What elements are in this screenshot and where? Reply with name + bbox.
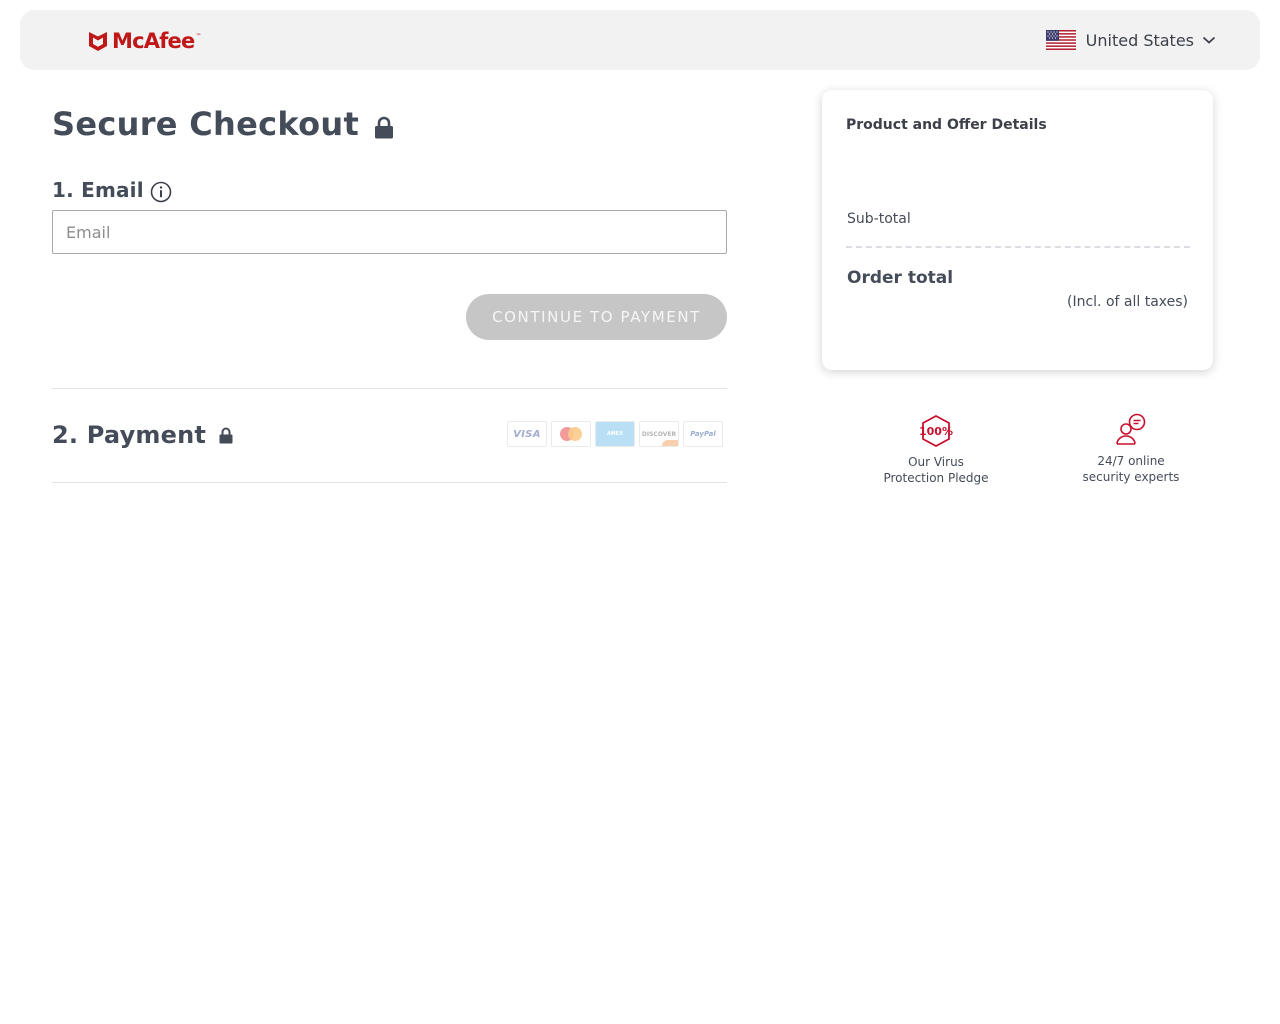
us-flag-icon bbox=[1045, 30, 1076, 50]
pledge-caption-line2: Protection Pledge bbox=[883, 471, 989, 485]
discover-card-icon: DISCOVER bbox=[639, 421, 679, 447]
continue-to-payment-button[interactable]: CONTINUE TO PAYMENT bbox=[466, 294, 727, 340]
mcafee-shield-icon bbox=[89, 32, 107, 51]
lock-icon bbox=[219, 427, 233, 444]
subtotal-label: Sub-total bbox=[847, 211, 911, 227]
accepted-cards: VISA AMEX DISCOVER PayPal bbox=[507, 421, 723, 447]
order-total-label: Order total bbox=[847, 268, 954, 288]
email-section-heading: 1. Email bbox=[52, 178, 144, 202]
lock-icon bbox=[375, 116, 393, 139]
visa-label: VISA bbox=[513, 428, 541, 440]
divider bbox=[52, 482, 727, 483]
payment-section-heading: 2. Payment bbox=[52, 421, 207, 449]
experts-caption-line2: security experts bbox=[1082, 470, 1180, 484]
pledge-caption-line1: Our Virus bbox=[908, 455, 964, 469]
trademark: ™ bbox=[195, 33, 202, 40]
pledge-shield-icon: 100% bbox=[919, 414, 953, 448]
country-selector[interactable]: United States bbox=[1045, 28, 1216, 52]
paypal-label: PayPal bbox=[690, 430, 716, 438]
paypal-icon: PayPal bbox=[683, 421, 723, 447]
top-bar: McAfee ™ United States bbox=[20, 10, 1260, 70]
country-label: United States bbox=[1085, 30, 1194, 50]
amex-label: AMEX bbox=[606, 431, 624, 437]
virus-protection-pledge-badge[interactable]: 100% Our Virus Protection Pledge bbox=[866, 414, 1006, 486]
brand-name: McAfee bbox=[112, 29, 195, 53]
discover-swoosh bbox=[662, 440, 678, 446]
summary-divider bbox=[846, 246, 1190, 248]
discover-label: DISCOVER bbox=[641, 430, 677, 438]
order-summary-card: Product and Offer Details Sub-total Orde… bbox=[822, 90, 1213, 370]
divider bbox=[52, 388, 727, 389]
amex-card-icon: AMEX bbox=[595, 421, 635, 447]
mastercard-circles-icon bbox=[560, 427, 582, 441]
chevron-down-icon bbox=[1202, 36, 1216, 44]
visa-card-icon: VISA bbox=[507, 421, 547, 447]
summary-title: Product and Offer Details bbox=[846, 117, 1047, 133]
email-input[interactable] bbox=[52, 210, 727, 254]
security-experts-badge[interactable]: 24/7 online security experts bbox=[1061, 413, 1201, 485]
pledge-icon-text: 100% bbox=[919, 425, 953, 438]
info-icon[interactable] bbox=[150, 181, 172, 203]
mastercard-icon bbox=[551, 421, 591, 447]
mcafee-logo[interactable]: McAfee ™ bbox=[88, 29, 201, 53]
experts-caption-line1: 24/7 online bbox=[1097, 454, 1165, 468]
page-title: Secure Checkout bbox=[52, 105, 360, 143]
taxes-note: (Incl. of all taxes) bbox=[1067, 294, 1188, 310]
support-agent-icon bbox=[1116, 413, 1146, 445]
